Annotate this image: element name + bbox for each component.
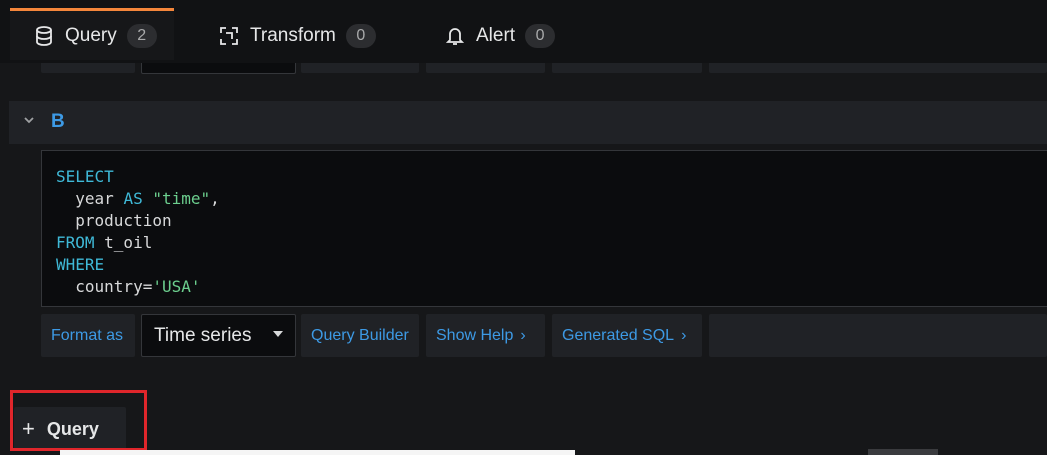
chevron-right-icon: ›	[681, 326, 687, 344]
prev-toolbar-filler	[709, 63, 1047, 73]
tab-query[interactable]: Query 2	[10, 8, 174, 60]
tab-query-count: 2	[126, 23, 157, 48]
plus-icon: +	[22, 416, 35, 441]
bell-icon	[444, 25, 466, 47]
prev-format-button[interactable]	[41, 63, 135, 73]
caret-down-icon	[273, 331, 283, 337]
show-help-label: Show Help	[436, 326, 514, 344]
tab-transform[interactable]: Transform 0	[218, 8, 376, 63]
sql-line-5: WHERE	[56, 255, 105, 274]
show-help-button[interactable]: Show Help ›	[426, 314, 545, 357]
chevron-down-icon[interactable]	[23, 113, 35, 129]
tab-alert-count: 0	[525, 23, 556, 48]
tab-alert-label: Alert	[476, 24, 516, 46]
tab-bar: Query 2 Transform 0 Alert 0	[0, 0, 1047, 63]
format-select-value: Time series	[154, 324, 252, 346]
sql-editor[interactable]: SELECT year AS "time", production FROM t…	[41, 150, 1047, 307]
chevron-right-icon: ›	[520, 326, 526, 344]
transform-icon	[218, 25, 240, 47]
prev-query-builder-button[interactable]	[301, 63, 419, 73]
query-row-header[interactable]: B	[9, 101, 1047, 144]
sql-code[interactable]: SELECT year AS "time", production FROM t…	[56, 166, 220, 298]
prev-format-select[interactable]	[141, 63, 296, 74]
tab-query-label: Query	[65, 24, 117, 46]
sql-line-2: year AS "time",	[56, 189, 220, 208]
tab-transform-label: Transform	[250, 24, 336, 46]
generated-sql-button[interactable]: Generated SQL ›	[552, 314, 702, 357]
query-name[interactable]: B	[51, 111, 65, 133]
add-query-button[interactable]: + Query	[14, 407, 126, 451]
tab-transform-count: 0	[345, 23, 376, 48]
format-select[interactable]: Time series	[141, 314, 296, 357]
sql-line-4: FROM t_oil	[56, 233, 153, 252]
generated-sql-label: Generated SQL	[562, 326, 675, 344]
sql-line-3: production	[56, 211, 172, 230]
format-as-label: Format as	[41, 314, 135, 357]
sql-line-1: SELECT	[56, 167, 114, 186]
scrollbar-thumb[interactable]	[868, 449, 938, 455]
database-icon	[33, 25, 55, 47]
toolbar-filler	[709, 314, 1047, 357]
query-builder-label: Query Builder	[311, 326, 409, 344]
query-builder-button[interactable]: Query Builder	[301, 314, 419, 357]
sql-line-6: country='USA'	[56, 277, 201, 296]
add-query-label: Query	[46, 418, 99, 439]
bottom-panel-edge	[60, 450, 575, 455]
prev-generated-sql-button[interactable]	[552, 63, 702, 73]
prev-show-help-button[interactable]	[426, 63, 545, 73]
tab-alert[interactable]: Alert 0	[444, 8, 556, 63]
